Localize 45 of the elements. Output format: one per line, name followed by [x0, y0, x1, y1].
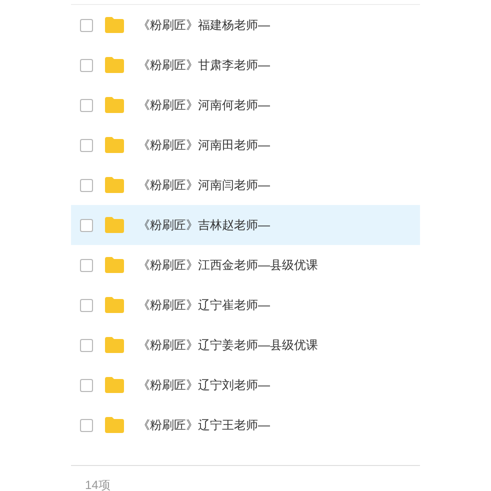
checkbox[interactable] — [80, 378, 93, 392]
file-row[interactable]: 《粉刷匠》福建杨老师— — [71, 5, 420, 45]
file-name[interactable]: 《粉刷匠》吉林赵老师— — [138, 216, 270, 234]
folder-icon — [104, 256, 125, 274]
folder-icon — [104, 416, 125, 434]
checkbox[interactable] — [80, 218, 93, 232]
file-name[interactable]: 《粉刷匠》辽宁王老师— — [138, 416, 270, 434]
folder-icon — [104, 16, 125, 34]
folder-icon — [104, 216, 125, 234]
checkbox[interactable] — [80, 338, 93, 352]
file-row[interactable]: 《粉刷匠》辽宁姜老师—县级优课 — [71, 325, 420, 365]
file-row[interactable]: 《粉刷匠》河南田老师— — [71, 125, 420, 165]
file-row[interactable]: 《粉刷匠》江西金老师—县级优课 — [71, 245, 420, 285]
folder-icon — [104, 376, 125, 394]
folder-icon — [104, 296, 125, 314]
file-name[interactable]: 《粉刷匠》辽宁姜老师—县级优课 — [138, 336, 318, 354]
folder-icon — [104, 56, 125, 74]
file-row[interactable]: 《粉刷匠》河南何老师— — [71, 85, 420, 125]
file-name[interactable]: 《粉刷匠》河南田老师— — [138, 136, 270, 154]
item-count: 14项 — [85, 478, 110, 491]
file-row[interactable]: 《粉刷匠》辽宁王老师— — [71, 405, 420, 445]
folder-icon — [104, 96, 125, 114]
file-name[interactable]: 《粉刷匠》福建杨老师— — [138, 16, 270, 34]
checkbox[interactable] — [80, 418, 93, 432]
file-name[interactable]: 《粉刷匠》江西金老师—县级优课 — [138, 256, 318, 274]
checkbox[interactable] — [80, 138, 93, 152]
checkbox[interactable] — [80, 298, 93, 312]
file-row[interactable]: 《粉刷匠》吉林赵老师— — [71, 205, 420, 245]
file-name[interactable]: 《粉刷匠》河南闫老师— — [138, 176, 270, 194]
file-row[interactable]: 《粉刷匠》甘肃李老师— — [71, 45, 420, 85]
folder-icon — [104, 336, 125, 354]
checkbox[interactable] — [80, 178, 93, 192]
file-name[interactable]: 《粉刷匠》辽宁刘老师— — [138, 376, 270, 394]
checkbox[interactable] — [80, 58, 93, 72]
file-name[interactable]: 《粉刷匠》辽宁崔老师— — [138, 296, 270, 314]
checkbox[interactable] — [80, 258, 93, 272]
folder-icon — [104, 136, 125, 154]
checkbox[interactable] — [80, 18, 93, 32]
file-name[interactable]: 《粉刷匠》甘肃李老师— — [138, 56, 270, 74]
file-row[interactable]: 《粉刷匠》辽宁刘老师— — [71, 365, 420, 405]
file-row[interactable]: 《粉刷匠》河南闫老师— — [71, 165, 420, 205]
checkbox[interactable] — [80, 98, 93, 112]
file-name[interactable]: 《粉刷匠》河南何老师— — [138, 96, 270, 114]
file-row[interactable]: 《粉刷匠》辽宁崔老师— — [71, 285, 420, 325]
folder-icon — [104, 176, 125, 194]
